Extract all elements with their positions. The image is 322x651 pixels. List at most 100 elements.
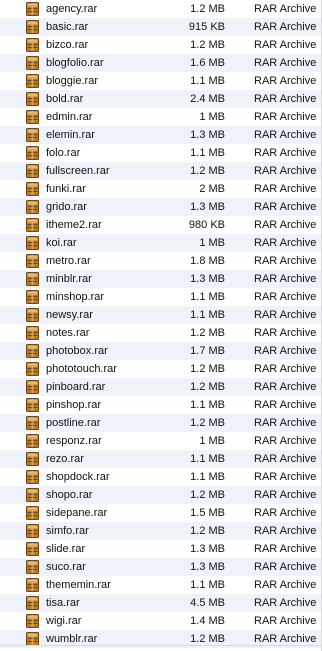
file-row[interactable]: metro.rar 1.8 MB RAR Archive (0, 252, 322, 270)
file-kind: RAR Archive (254, 543, 317, 555)
file-name: blogfolio.rar (46, 57, 104, 69)
file-kind: RAR Archive (254, 309, 317, 321)
rar-archive-icon (26, 20, 39, 34)
rar-archive-icon (26, 542, 39, 556)
file-row[interactable]: grido.rar 1.3 MB RAR Archive (0, 198, 322, 216)
file-size: 2 MB (199, 183, 225, 195)
file-row[interactable]: elemin.rar 1.3 MB RAR Archive (0, 126, 322, 144)
file-row[interactable]: responz.rar 1 MB RAR Archive (0, 432, 322, 450)
file-kind: RAR Archive (254, 417, 317, 429)
rar-archive-icon (26, 110, 39, 124)
file-kind: RAR Archive (254, 21, 317, 33)
file-size: 1.1 MB (190, 453, 225, 465)
file-row[interactable]: phototouch.rar 1.2 MB RAR Archive (0, 360, 322, 378)
file-kind: RAR Archive (254, 273, 317, 285)
file-row[interactable]: postline.rar 1.2 MB RAR Archive (0, 414, 322, 432)
file-row[interactable]: funki.rar 2 MB RAR Archive (0, 180, 322, 198)
rar-archive-icon (26, 236, 39, 250)
file-row[interactable]: fullscreen.rar 1.2 MB RAR Archive (0, 162, 322, 180)
file-row[interactable]: bold.rar 2.4 MB RAR Archive (0, 90, 322, 108)
file-row[interactable]: tisa.rar 4.5 MB RAR Archive (0, 594, 322, 612)
file-row[interactable]: pinboard.rar 1.2 MB RAR Archive (0, 378, 322, 396)
file-row[interactable]: photobox.rar 1.7 MB RAR Archive (0, 342, 322, 360)
rar-archive-icon (26, 254, 39, 268)
file-row[interactable]: simfo.rar 1.2 MB RAR Archive (0, 522, 322, 540)
file-row[interactable]: thememin.rar 1.1 MB RAR Archive (0, 576, 322, 594)
rar-archive-icon (26, 380, 39, 394)
file-kind: RAR Archive (254, 561, 317, 573)
rar-archive-icon (26, 632, 39, 646)
rar-archive-icon (26, 200, 39, 214)
file-size: 1.1 MB (190, 147, 225, 159)
file-size: 1.2 MB (190, 363, 225, 375)
file-kind: RAR Archive (254, 453, 317, 465)
file-kind: RAR Archive (254, 579, 317, 591)
file-row[interactable]: minblr.rar 1.3 MB RAR Archive (0, 270, 322, 288)
file-row[interactable]: pinshop.rar 1.1 MB RAR Archive (0, 396, 322, 414)
file-row[interactable]: agency.rar 1.2 MB RAR Archive (0, 0, 322, 18)
file-name: wumblr.rar (46, 633, 98, 645)
file-kind: RAR Archive (254, 399, 317, 411)
file-size: 1.1 MB (190, 291, 225, 303)
file-name: minblr.rar (46, 273, 92, 285)
file-row[interactable]: shopo.rar 1.2 MB RAR Archive (0, 486, 322, 504)
rar-archive-icon (26, 362, 39, 376)
file-name: bold.rar (46, 93, 84, 105)
file-row[interactable]: folo.rar 1.1 MB RAR Archive (0, 144, 322, 162)
file-row[interactable]: koi.rar 1 MB RAR Archive (0, 234, 322, 252)
file-row[interactable]: minshop.rar 1.1 MB RAR Archive (0, 288, 322, 306)
file-size: 1.8 MB (190, 255, 225, 267)
file-row[interactable]: edmin.rar 1 MB RAR Archive (0, 108, 322, 126)
file-row[interactable]: bloggie.rar 1.1 MB RAR Archive (0, 72, 322, 90)
file-kind: RAR Archive (254, 435, 317, 447)
rar-archive-icon (26, 2, 39, 16)
file-kind: RAR Archive (254, 111, 317, 123)
file-size: 1.1 MB (190, 471, 225, 483)
file-name: bizco.rar (46, 39, 89, 51)
file-name: phototouch.rar (46, 363, 117, 375)
file-kind: RAR Archive (254, 345, 317, 357)
file-row[interactable]: blogfolio.rar 1.6 MB RAR Archive (0, 54, 322, 72)
file-size: 1.2 MB (190, 165, 225, 177)
file-kind: RAR Archive (254, 75, 317, 87)
rar-archive-icon (26, 398, 39, 412)
file-row[interactable]: sidepane.rar 1.5 MB RAR Archive (0, 504, 322, 522)
rar-archive-icon (26, 146, 39, 160)
file-name: responz.rar (46, 435, 102, 447)
rar-archive-icon (26, 596, 39, 610)
file-row[interactable]: basic.rar 915 KB RAR Archive (0, 18, 322, 36)
file-size: 1 MB (199, 111, 225, 123)
file-row[interactable]: slide.rar 1.3 MB RAR Archive (0, 540, 322, 558)
file-size: 2.4 MB (190, 93, 225, 105)
file-row[interactable]: newsy.rar 1.1 MB RAR Archive (0, 306, 322, 324)
file-row[interactable]: notes.rar 1.2 MB RAR Archive (0, 324, 322, 342)
file-row[interactable]: rezo.rar 1.1 MB RAR Archive (0, 450, 322, 468)
rar-archive-icon (26, 488, 39, 502)
rar-archive-icon (26, 182, 39, 196)
rar-archive-icon (26, 506, 39, 520)
file-name: photobox.rar (46, 345, 108, 357)
file-size: 1.3 MB (190, 129, 225, 141)
file-size: 980 KB (188, 219, 225, 231)
file-name: folo.rar (46, 147, 81, 159)
file-kind: RAR Archive (254, 291, 317, 303)
file-row[interactable]: bizco.rar 1.2 MB RAR Archive (0, 36, 322, 54)
file-kind: RAR Archive (254, 507, 317, 519)
file-kind: RAR Archive (254, 525, 317, 537)
file-kind: RAR Archive (254, 255, 317, 267)
file-row[interactable]: itheme2.rar 980 KB RAR Archive (0, 216, 322, 234)
file-name: bloggie.rar (46, 75, 98, 87)
file-kind: RAR Archive (254, 39, 317, 51)
file-row[interactable]: shopdock.rar 1.1 MB RAR Archive (0, 468, 322, 486)
rar-archive-icon (26, 56, 39, 70)
file-size: 1.2 MB (190, 3, 225, 15)
rar-archive-icon (26, 434, 39, 448)
file-size: 1.3 MB (190, 201, 225, 213)
file-name: wigi.rar (46, 615, 82, 627)
file-row[interactable]: wigi.rar 1.4 MB RAR Archive (0, 612, 322, 630)
file-kind: RAR Archive (254, 57, 317, 69)
file-name: simfo.rar (46, 525, 89, 537)
file-size: 1.2 MB (190, 525, 225, 537)
file-row[interactable]: suco.rar 1.3 MB RAR Archive (0, 558, 322, 576)
rar-archive-icon (26, 560, 39, 574)
